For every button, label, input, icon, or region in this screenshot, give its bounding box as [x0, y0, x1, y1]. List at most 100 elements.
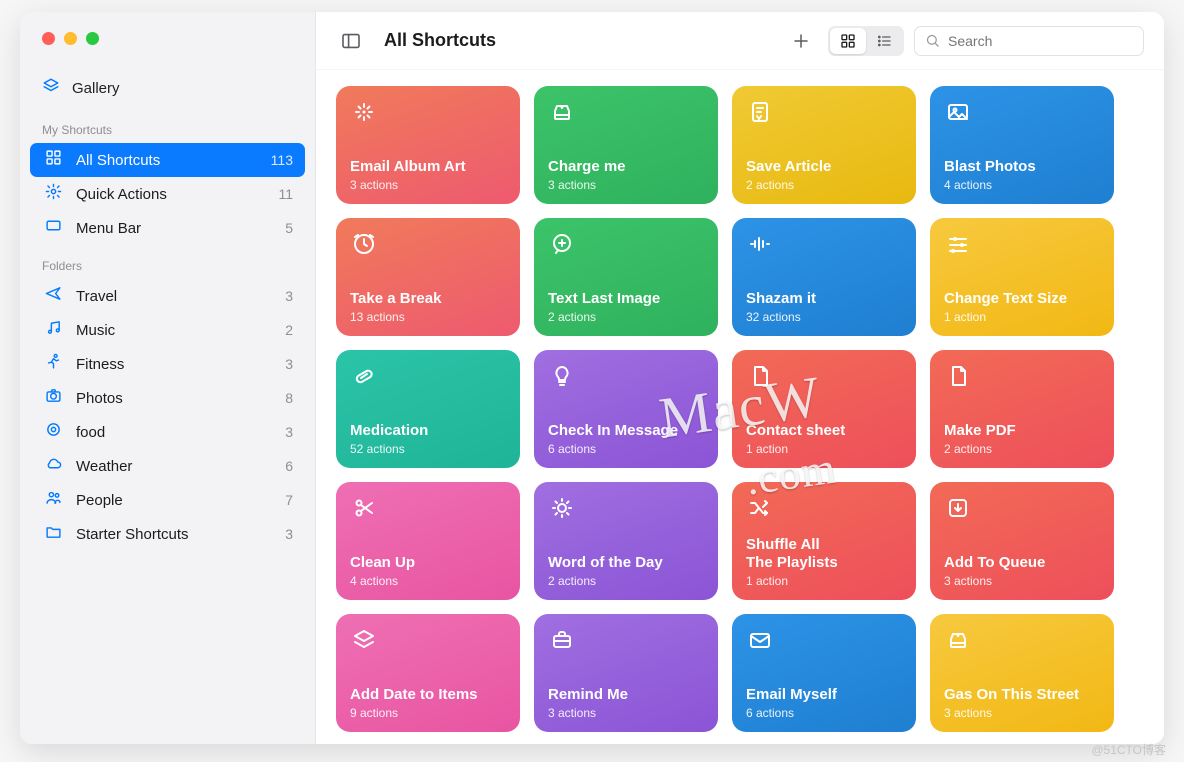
- shortcut-card[interactable]: Charge me 3 actions: [534, 86, 718, 204]
- sidebar-item-count: 2: [285, 322, 293, 338]
- card-title: Blast Photos: [944, 158, 1100, 176]
- window-controls: [20, 12, 315, 71]
- shortcut-card[interactable]: Email Myself 6 actions: [732, 614, 916, 732]
- shortcut-card[interactable]: Email Album Art 3 actions: [336, 86, 520, 204]
- card-subtitle: 2 actions: [548, 574, 704, 588]
- run-icon: [42, 353, 64, 375]
- car-icon: [548, 98, 576, 126]
- sidebar-item-people[interactable]: People 7: [30, 483, 305, 517]
- shortcut-card[interactable]: Take a Break 13 actions: [336, 218, 520, 336]
- sidebar-item-label: Music: [76, 322, 115, 339]
- shortcut-card[interactable]: Add Date to Items 9 actions: [336, 614, 520, 732]
- bulb-icon: [548, 362, 576, 390]
- scissors-icon: [350, 494, 378, 522]
- rect-icon: [42, 217, 64, 239]
- sidebar-item-food[interactable]: food 3: [30, 415, 305, 449]
- sidebar-item-label: Menu Bar: [76, 220, 141, 237]
- card-title: Gas On This Street: [944, 686, 1100, 704]
- card-title: Contact sheet: [746, 422, 902, 440]
- shortcut-card[interactable]: Make PDF 2 actions: [930, 350, 1114, 468]
- shortcut-grid: Email Album Art 3 actions Charge me 3 ac…: [336, 86, 1144, 732]
- grid-view-button[interactable]: [830, 28, 866, 54]
- sidebar-item-starter-shortcuts[interactable]: Starter Shortcuts 3: [30, 517, 305, 551]
- grid-icon: [42, 149, 64, 171]
- sparkle-icon: [350, 98, 378, 126]
- view-segmented: [828, 26, 904, 56]
- card-subtitle: 4 actions: [944, 178, 1100, 192]
- sidebar-item-music[interactable]: Music 2: [30, 313, 305, 347]
- card-subtitle: 1 action: [746, 442, 902, 456]
- section-my-shortcuts: My Shortcuts: [20, 117, 315, 143]
- card-title: Text Last Image: [548, 290, 704, 308]
- minimize-button[interactable]: [64, 32, 77, 45]
- sidebar-item-quick-actions[interactable]: Quick Actions 11: [30, 177, 305, 211]
- sidebar-item-count: 3: [285, 356, 293, 372]
- card-subtitle: 2 actions: [944, 442, 1100, 456]
- shortcut-card[interactable]: Check In Message 6 actions: [534, 350, 718, 468]
- target-icon: [42, 421, 64, 443]
- sidebar-item-weather[interactable]: Weather 6: [30, 449, 305, 483]
- sidebar-item-travel[interactable]: Travel 3: [30, 279, 305, 313]
- card-subtitle: 2 actions: [548, 310, 704, 324]
- sidebar-item-all-shortcuts[interactable]: All Shortcuts 113: [30, 143, 305, 177]
- close-button[interactable]: [42, 32, 55, 45]
- sidebar-item-count: 3: [285, 424, 293, 440]
- search-input[interactable]: [948, 33, 1133, 49]
- shortcut-card[interactable]: Text Last Image 2 actions: [534, 218, 718, 336]
- card-subtitle: 3 actions: [350, 178, 506, 192]
- clock-icon: [350, 230, 378, 258]
- card-title: Email Album Art: [350, 158, 506, 176]
- sidebar-item-label: food: [76, 424, 105, 441]
- toggle-sidebar-button[interactable]: [334, 26, 368, 56]
- sidebar-item-label: Starter Shortcuts: [76, 526, 189, 543]
- sidebar-item-count: 113: [271, 152, 293, 168]
- doc-icon: [746, 362, 774, 390]
- shortcut-card[interactable]: Medication 52 actions: [336, 350, 520, 468]
- card-title: Clean Up: [350, 554, 506, 572]
- download-icon: [944, 494, 972, 522]
- shortcut-card[interactable]: Save Article 2 actions: [732, 86, 916, 204]
- card-title: Add To Queue: [944, 554, 1100, 572]
- plus-bubble-icon: [548, 230, 576, 258]
- sidebar-item-label: Weather: [76, 458, 132, 475]
- list-view-button[interactable]: [866, 28, 902, 54]
- people-icon: [42, 489, 64, 511]
- shortcut-card[interactable]: Clean Up 4 actions: [336, 482, 520, 600]
- maximize-button[interactable]: [86, 32, 99, 45]
- shortcut-card[interactable]: Remind Me 3 actions: [534, 614, 718, 732]
- sidebar-item-fitness[interactable]: Fitness 3: [30, 347, 305, 381]
- sidebar-item-photos[interactable]: Photos 8: [30, 381, 305, 415]
- shortcut-card[interactable]: Shuffle AllThe Playlists 1 action: [732, 482, 916, 600]
- shortcut-card[interactable]: Add To Queue 3 actions: [930, 482, 1114, 600]
- card-title: Shazam it: [746, 290, 902, 308]
- shortcut-card[interactable]: Shazam it 32 actions: [732, 218, 916, 336]
- doc-icon: [944, 362, 972, 390]
- shortcut-card[interactable]: Change Text Size 1 action: [930, 218, 1114, 336]
- shortcut-card[interactable]: Contact sheet 1 action: [732, 350, 916, 468]
- shortcut-card[interactable]: Word of the Day 2 actions: [534, 482, 718, 600]
- search-field[interactable]: [914, 26, 1144, 56]
- sidebar-item-menu-bar[interactable]: Menu Bar 5: [30, 211, 305, 245]
- card-subtitle: 2 actions: [746, 178, 902, 192]
- toolbar: All Shortcuts: [316, 12, 1164, 70]
- card-title: Save Article: [746, 158, 902, 176]
- card-title: Make PDF: [944, 422, 1100, 440]
- image-icon: [944, 98, 972, 126]
- card-title: Remind Me: [548, 686, 704, 704]
- sidebar-item-label: Travel: [76, 288, 117, 305]
- card-subtitle: 9 actions: [350, 706, 506, 720]
- mail-icon: [746, 626, 774, 654]
- sliders-icon: [944, 230, 972, 258]
- footer-credit: @51CTO博客: [1091, 741, 1166, 758]
- shortcut-card[interactable]: Blast Photos 4 actions: [930, 86, 1114, 204]
- gallery-link[interactable]: Gallery: [20, 71, 315, 117]
- car-icon: [944, 626, 972, 654]
- card-subtitle: 32 actions: [746, 310, 902, 324]
- shortcut-card[interactable]: Gas On This Street 3 actions: [930, 614, 1114, 732]
- card-subtitle: 3 actions: [548, 178, 704, 192]
- sidebar-item-label: Photos: [76, 390, 123, 407]
- add-button[interactable]: [784, 26, 818, 56]
- sidebar-item-count: 3: [285, 288, 293, 304]
- card-subtitle: 6 actions: [746, 706, 902, 720]
- card-subtitle: 3 actions: [548, 706, 704, 720]
